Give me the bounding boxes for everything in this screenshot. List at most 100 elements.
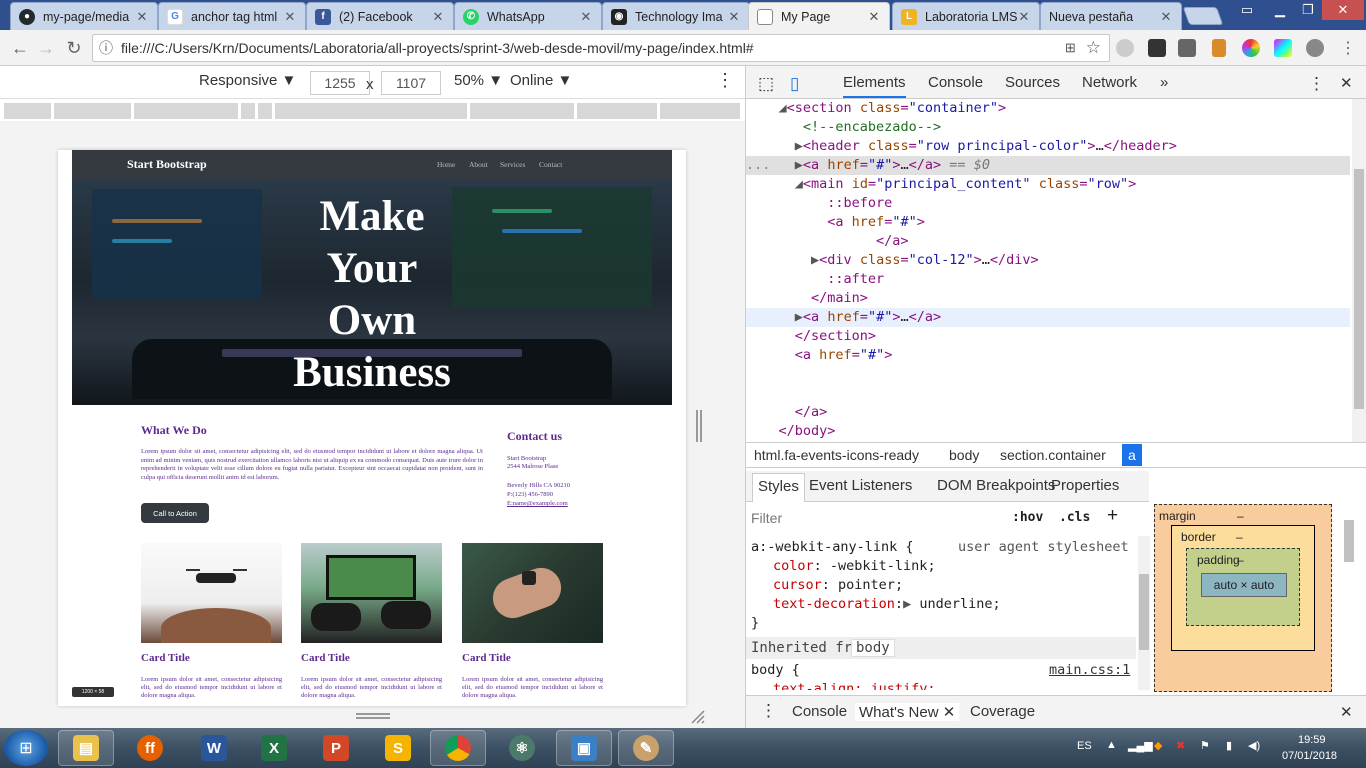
dom-node[interactable]: <a href="#"> <box>746 346 1350 365</box>
dom-pseudo[interactable]: ::after <box>746 270 1350 289</box>
resize-corner-icon[interactable] <box>690 709 706 725</box>
settings-gear-icon[interactable] <box>1306 39 1324 57</box>
contact-email-link[interactable]: E:name@example.com <box>507 500 568 507</box>
slides-icon[interactable]: S <box>370 730 426 766</box>
breadcrumb-item[interactable]: html.fa-events-icons-ready <box>754 447 919 463</box>
breadcrumb-item-selected[interactable]: a <box>1122 444 1142 466</box>
dom-node[interactable]: </body> <box>746 422 1350 441</box>
inspect-icon[interactable]: ⬚ <box>758 74 774 94</box>
tab-styles[interactable]: Styles <box>752 473 805 502</box>
photos-icon[interactable]: ▣ <box>556 730 612 766</box>
battery-icon[interactable]: ▮ <box>1226 739 1232 752</box>
width-input[interactable]: 1255 <box>310 71 370 95</box>
atom-icon[interactable]: ⚛ <box>494 730 550 766</box>
box-border[interactable]: border – padding – auto × auto <box>1171 525 1315 651</box>
tab-properties[interactable]: Properties <box>1051 477 1119 494</box>
devtools-menu-icon[interactable]: ⋮ <box>1308 74 1325 94</box>
nav-services[interactable]: Services <box>500 160 525 169</box>
drawer-tab-console[interactable]: Console <box>792 703 847 720</box>
tab-sources[interactable]: Sources <box>1005 74 1060 91</box>
dom-node[interactable]: </main> <box>746 289 1350 308</box>
firefox-icon[interactable]: ff <box>122 730 178 766</box>
close-icon[interactable]: ✕ <box>727 9 741 25</box>
tab-laboratoria[interactable]: L Laboratoria LMS ✕ <box>892 2 1040 30</box>
tab-facebook[interactable]: f (2) Facebook ✕ <box>306 2 454 30</box>
dom-node-selected[interactable]: ... ▶<a href="#">…</a> == $0 <box>746 156 1350 175</box>
shield-icon[interactable]: ◆ <box>1154 739 1162 752</box>
maximize-icon[interactable]: ❐ <box>1294 0 1322 20</box>
breadcrumb-item[interactable]: body <box>949 447 979 463</box>
tab-dom-breakpoints[interactable]: DOM Breakpoints <box>937 477 1055 494</box>
close-icon[interactable]: ✕ <box>1017 9 1031 25</box>
site-brand[interactable]: Start Bootstrap <box>127 157 207 172</box>
alert-icon[interactable]: ✖ <box>1176 739 1185 752</box>
resize-handle-bottom[interactable] <box>356 713 390 719</box>
translate-icon[interactable]: ⊞ <box>1065 40 1076 56</box>
tab-new[interactable]: Nueva pestaña ✕ <box>1040 2 1182 30</box>
dom-node[interactable]: ▶<header class="row principal-color">…</… <box>746 137 1350 156</box>
windows-start-icon[interactable]: ⊞ <box>4 730 48 766</box>
explorer-icon[interactable]: ▤ <box>58 730 114 766</box>
bookmark-star-icon[interactable]: ☆ <box>1086 38 1101 58</box>
dom-node[interactable]: <a href="#"> <box>746 213 1350 232</box>
info-icon[interactable]: ⓘ <box>99 38 113 58</box>
rule-selector[interactable]: a:-webkit-any-link { <box>751 538 914 557</box>
flag-icon[interactable]: ⚑ <box>1200 739 1210 752</box>
dom-pseudo[interactable]: ::before <box>746 194 1350 213</box>
dom-node[interactable]: </a> <box>746 403 1350 422</box>
rule-source-link[interactable]: main.css:1 <box>1049 661 1130 680</box>
nav-contact[interactable]: Contact <box>539 160 562 169</box>
more-options-icon[interactable]: ⋮ <box>716 70 734 91</box>
box-margin[interactable]: margin – border – padding – auto × auto <box>1154 504 1332 692</box>
add-rule-icon[interactable]: + <box>1107 505 1118 527</box>
tab-event-listeners[interactable]: Event Listeners <box>809 477 912 494</box>
box-padding[interactable]: padding – auto × auto <box>1186 548 1300 626</box>
menu-kebab-icon[interactable]: ⋮ <box>1336 36 1360 60</box>
cls-toggle[interactable]: .cls <box>1059 510 1090 525</box>
hov-toggle[interactable]: :hov <box>1012 510 1043 525</box>
extension-icon[interactable] <box>1148 39 1166 57</box>
box-scrollbar[interactable] <box>1344 520 1354 562</box>
close-icon[interactable]: ✕ <box>867 9 881 25</box>
box-content[interactable]: auto × auto <box>1201 573 1287 597</box>
nav-home[interactable]: Home <box>437 160 455 169</box>
language-indicator[interactable]: ES <box>1077 740 1092 752</box>
rule-selector[interactable]: body { <box>751 661 800 680</box>
address-bar[interactable]: ⓘ file:///C:/Users/Krn/Documents/Laborat… <box>92 34 1110 62</box>
chrome-icon[interactable] <box>430 730 486 766</box>
word-icon[interactable]: W <box>186 730 242 766</box>
height-input[interactable]: 1107 <box>381 71 441 95</box>
back-icon[interactable]: ← <box>8 36 32 60</box>
more-tabs-icon[interactable]: » <box>1160 74 1168 91</box>
forward-icon[interactable]: → <box>34 36 58 60</box>
url-text[interactable]: file:///C:/Users/Krn/Documents/Laborator… <box>121 40 1065 56</box>
close-devtools-icon[interactable]: ✕ <box>1340 74 1353 92</box>
media-query-bar[interactable] <box>0 101 745 121</box>
dom-node[interactable]: </section> <box>746 327 1350 346</box>
tab-console[interactable]: Console <box>928 74 983 91</box>
call-to-action-button[interactable]: Call to Action <box>141 503 209 523</box>
reload-icon[interactable]: ↻ <box>62 36 86 60</box>
tab-network[interactable]: Network <box>1082 74 1137 91</box>
dom-node[interactable]: ▶<div class="col-12">…</div> <box>746 251 1350 270</box>
extension-icon[interactable] <box>1212 39 1226 57</box>
clock-date[interactable]: 07/01/2018 <box>1282 750 1337 762</box>
close-drawer-icon[interactable]: ✕ <box>1340 703 1353 721</box>
drawer-menu-icon[interactable]: ⋮ <box>760 701 777 721</box>
tab-elements[interactable]: Elements <box>843 74 906 98</box>
close-icon[interactable]: ✕ <box>1159 9 1173 25</box>
dom-node[interactable]: ◢<section class="container"> <box>746 99 1350 118</box>
nav-about[interactable]: About <box>469 160 488 169</box>
show-hidden-icon[interactable]: ▲ <box>1106 739 1117 751</box>
volume-icon[interactable]: ◀) <box>1248 739 1260 752</box>
extension-icon[interactable] <box>1178 39 1196 57</box>
new-tab-button[interactable] <box>1182 7 1224 25</box>
dom-scrollbar[interactable] <box>1352 99 1366 442</box>
tab-technology[interactable]: ◉ Technology Ima ✕ <box>602 2 750 30</box>
network-icon[interactable]: ▂▄▆ <box>1128 739 1153 752</box>
breadcrumb-item[interactable]: section.container <box>1000 447 1106 463</box>
window-close-icon[interactable]: ✕ <box>1322 0 1364 20</box>
powerpoint-icon[interactable]: P <box>308 730 364 766</box>
tab-github[interactable]: ● my-page/media ✕ <box>10 2 158 30</box>
drawer-tab-whats-new[interactable]: What's New ✕ <box>855 703 960 721</box>
